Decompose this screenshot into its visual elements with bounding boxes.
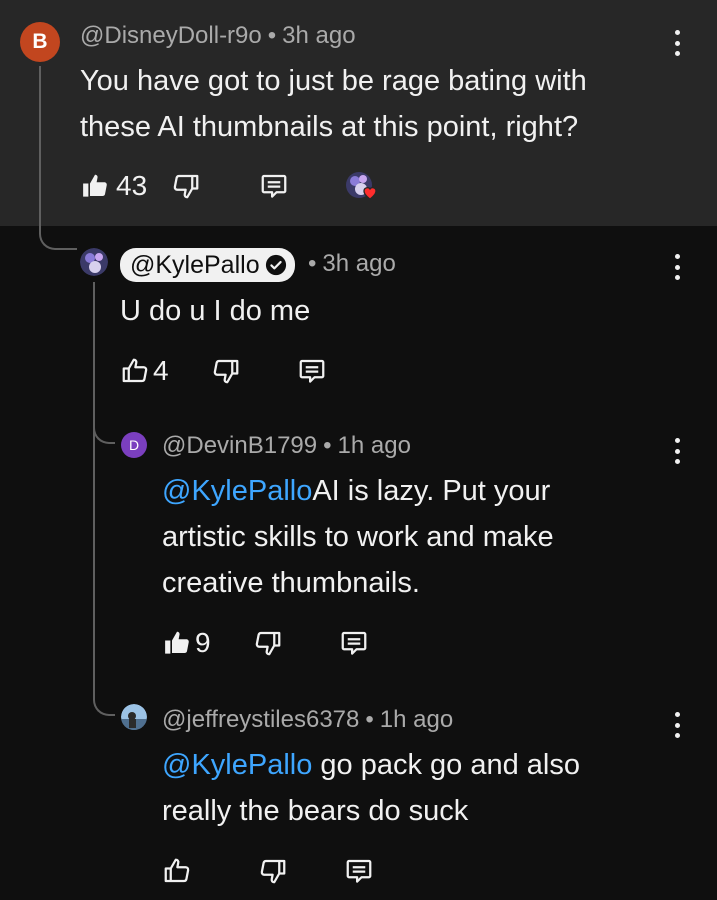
reply-connector-2 [93,680,115,716]
thread-connector [39,200,77,250]
thumbs-up-icon [80,171,110,201]
comment-meta: @DisneyDoll-r9o • 3h ago [80,22,356,49]
thread-line [39,66,41,210]
like-button[interactable]: 4 [120,355,169,387]
like-button[interactable]: 43 [80,170,147,202]
reply-connector-1 [93,412,115,444]
avatar[interactable]: D [121,432,147,458]
comment-actions: 43 [80,170,379,202]
comment-line: these AI thumbnails at this point, right… [80,111,579,143]
comment-author[interactable]: @DisneyDoll-r9o [80,22,262,49]
comment-text: U do u I do me [120,295,311,327]
avatar-letter: B [32,30,48,53]
thumbs-up-icon [162,628,192,658]
more-vertical-icon[interactable] [673,254,681,280]
thumbs-down-icon[interactable] [211,356,241,386]
mention-link[interactable]: @KylePallo [162,749,312,781]
comment-author[interactable]: @jeffreystiles6378 [162,706,359,733]
comment-meta: @jeffreystiles6378 • 1h ago [162,706,454,733]
comment-line-text: AI is lazy. Put your [312,475,551,507]
comment-author[interactable]: @DevinB1799 [162,432,317,459]
like-button[interactable] [162,856,198,886]
comment-meta: @DevinB1799 • 1h ago [162,432,411,459]
comments-page: B @DisneyDoll-r9o • 3h ago You have got to… [0,0,717,900]
comment-line: artistic skills to work and make [162,521,554,553]
thumbs-down-icon[interactable] [258,856,288,886]
avatar[interactable]: B [20,22,60,62]
comment-text: @KylePallo go pack go and also really th… [162,742,580,834]
comment-text: You have got to just be rage bating with… [80,58,587,150]
comment-time: 3h ago [282,22,356,49]
comment-line-text: go pack go and also [312,749,580,781]
comment-line: @KylePallo go pack go and also [162,742,580,788]
avatar[interactable] [80,248,108,276]
reply-icon[interactable] [339,628,369,658]
comment-actions: 9 [162,627,369,659]
comment-meta: • 3h ago [308,250,396,277]
thumbs-up-icon [162,856,192,886]
like-count: 9 [195,627,211,658]
mention-link[interactable]: @KylePallo [162,475,312,507]
more-vertical-icon[interactable] [673,712,681,738]
reply-thread-line [93,282,95,682]
more-vertical-icon[interactable] [673,438,681,464]
thumbs-down-icon[interactable] [171,171,201,201]
creator-badge[interactable]: @KylePallo [120,248,295,282]
thumbs-down-icon[interactable] [253,628,283,658]
reply-icon[interactable] [297,356,327,386]
avatar-letter: D [128,437,140,453]
comment-actions [162,856,374,886]
avatar[interactable] [121,704,147,730]
comment-text: @KylePalloAI is lazy. Put your artistic … [162,468,554,606]
comment-author: @KylePallo [130,250,260,279]
thumbs-up-icon [120,356,150,386]
verified-check-icon [265,254,286,276]
reply-icon[interactable] [344,856,374,886]
comment-line: creative thumbnails. [162,567,420,599]
comment-time: 1h ago [379,706,454,733]
like-count: 4 [153,355,169,386]
like-count: 43 [116,170,148,201]
comment-time: 3h ago [322,250,396,277]
comment-line: @KylePalloAI is lazy. Put your [162,468,554,514]
reply-icon[interactable] [259,171,289,201]
comment-actions: 4 [120,355,327,387]
comment-line: really the bears do suck [162,795,469,827]
comment-time: 1h ago [337,432,411,459]
creator-heart-icon [345,171,379,201]
more-vertical-icon[interactable] [673,30,681,56]
like-button[interactable]: 9 [162,627,211,659]
comment-line: You have got to just be rage bating with [80,65,587,97]
